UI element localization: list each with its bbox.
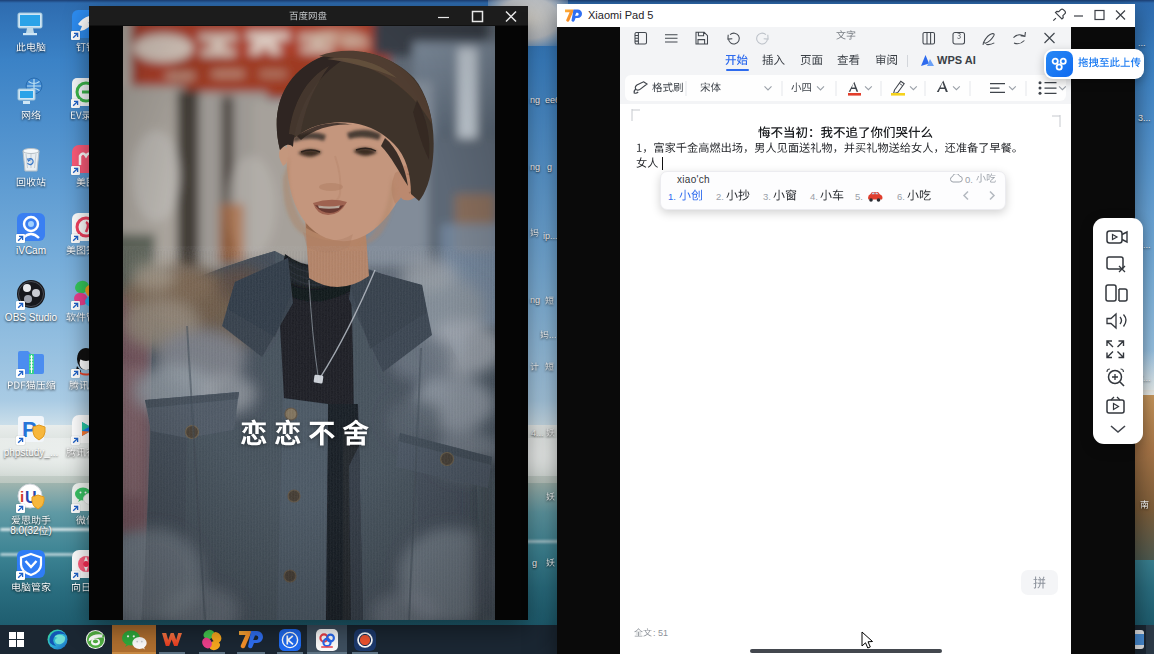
svg-text:i: i bbox=[20, 488, 24, 505]
